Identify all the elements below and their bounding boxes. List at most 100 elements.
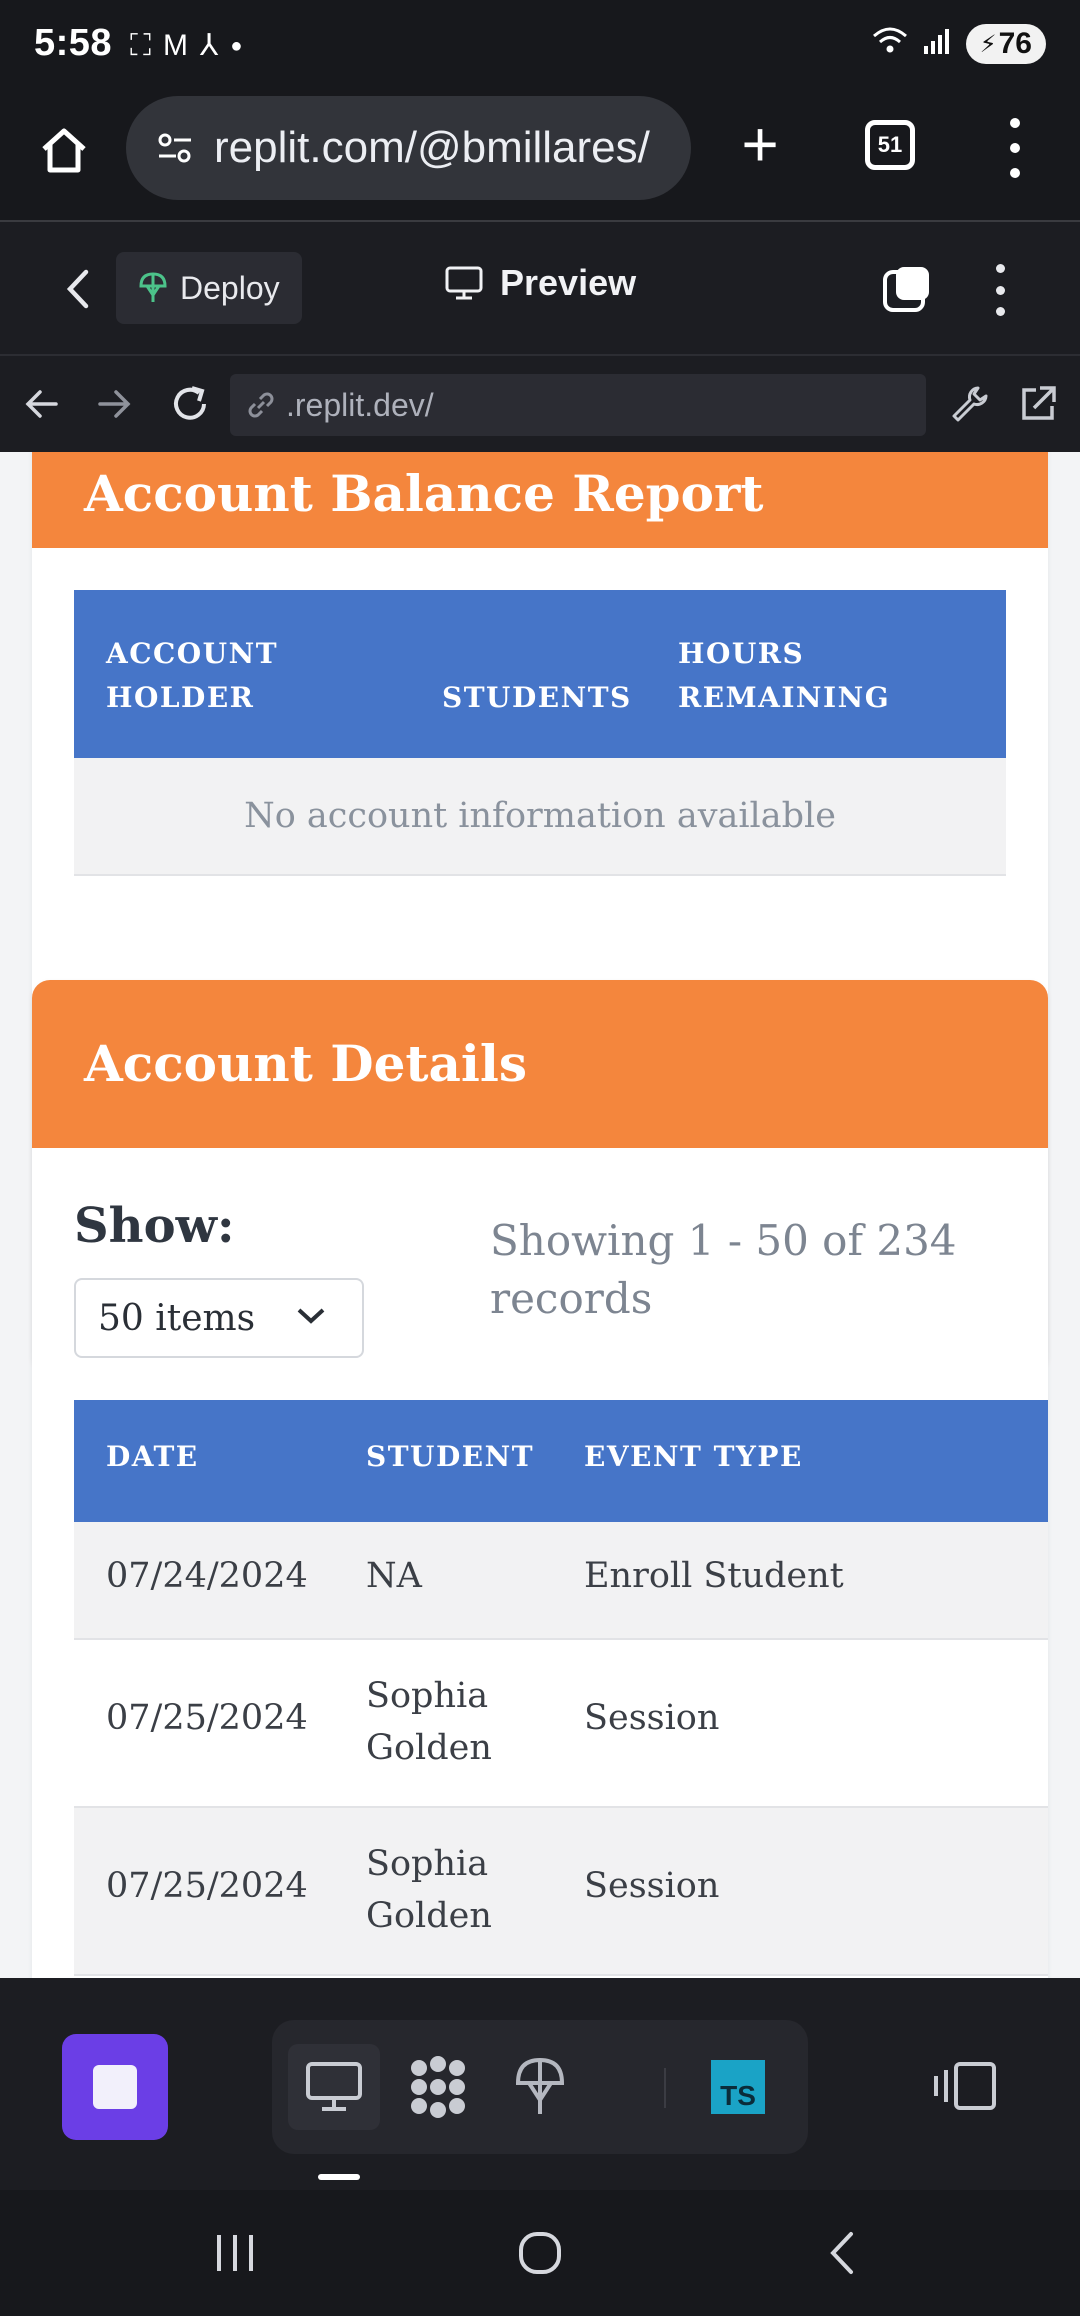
show-label: Show: (74, 1198, 235, 1254)
charging-icon: ⚡ (979, 30, 997, 58)
col-student: STUDENT (366, 1440, 535, 1473)
row-student: NA (366, 1556, 422, 1596)
details-table-header: DATE STUDENT EVENT TYPE (74, 1400, 1048, 1522)
row-event: Session (584, 1866, 720, 1906)
home-icon (42, 128, 86, 173)
stop-icon[interactable] (882, 264, 932, 314)
more-icon (1010, 118, 1020, 128)
row-student: Sophia Golden (366, 1844, 492, 1936)
notification-icons: ⛶ M ⅄ ● (130, 26, 242, 66)
more-vertical-icon (995, 264, 1005, 273)
preview-label: Preview (500, 262, 637, 303)
wrench-icon[interactable] (948, 382, 992, 426)
row-date: 07/25/2024 (106, 1698, 308, 1738)
page-size-select[interactable]: 50 items (74, 1278, 364, 1358)
recent-apps-button[interactable] (200, 2218, 270, 2288)
preview-tab[interactable]: Preview (444, 262, 636, 304)
dot-icon: ● (230, 35, 243, 57)
deploy-icon (139, 272, 167, 302)
webview-url-field[interactable]: .replit.dev/ (230, 374, 926, 436)
row-date: 07/24/2024 (106, 1556, 308, 1596)
site-settings-icon[interactable] (156, 129, 194, 167)
address-bar[interactable]: replit.com/@bmillares/ (126, 96, 691, 200)
monitor-icon (445, 266, 483, 300)
gmail-icon: M (163, 29, 188, 62)
webview-url: .replit.dev/ (286, 386, 434, 423)
recents-icon (217, 2235, 253, 2271)
acrobat-icon: ⅄ (200, 29, 219, 62)
open-external-icon[interactable] (1016, 382, 1060, 426)
deployments-tool[interactable] (494, 2044, 586, 2130)
browser-toolbar: replit.com/@bmillares/ + 51 (0, 96, 1080, 222)
balance-table: ACCOUNT HOLDER STUDENTS HOURS REMAINING … (74, 590, 1006, 876)
browser-menu-button[interactable] (1000, 118, 1030, 178)
col-hours-remaining: HOURS REMAINING (678, 637, 891, 714)
system-nav-bar (0, 2190, 1080, 2316)
system-icons: ⚡ 76 (872, 24, 1046, 64)
replit-dock: TS (0, 1978, 1080, 2190)
row-student: Sophia Golden (366, 1676, 492, 1768)
back-nav-button[interactable] (808, 2218, 878, 2288)
split-view-icon[interactable] (930, 2042, 1000, 2128)
deploy-icon (515, 2057, 565, 2114)
col-students: STUDENTS (442, 681, 632, 714)
home-circle-icon (519, 2232, 561, 2274)
page-size-value: 50 items (98, 1297, 256, 1339)
empty-message: No account information available (244, 796, 836, 836)
status-time: 5:58 (34, 22, 113, 64)
agent-tool[interactable] (392, 2044, 484, 2130)
deploy-label: Deploy (180, 269, 280, 306)
webview-tool[interactable] (288, 2044, 380, 2130)
tab-count: 51 (877, 132, 903, 157)
phone-screen: 5:58 ⛶ M ⅄ ● ⚡ 76 replit.com/@bmillares/… (0, 0, 1080, 2316)
account-details-card: Account Details Show: 50 items Showing 1… (32, 980, 1048, 1978)
details-table: DATE STUDENT EVENT TYPE 07/24/2024 NA En… (74, 1400, 1048, 1976)
home-button[interactable] (36, 122, 92, 178)
account-details-title: Account Details (32, 980, 1048, 1148)
home-nav-button[interactable] (505, 2218, 575, 2288)
balance-table-header: ACCOUNT HOLDER STUDENTS HOURS REMAINING (74, 590, 1006, 758)
stop-button[interactable] (62, 2034, 168, 2140)
stop-square-icon (93, 2065, 137, 2109)
wifi-icon (872, 26, 908, 63)
screenshot-icon: ⛶ (130, 29, 151, 62)
table-row: 07/25/2024 Sophia Golden Session (74, 1640, 1048, 1808)
agent-icon (411, 2056, 465, 2118)
back-icon (830, 2232, 853, 2274)
status-bar: 5:58 ⛶ M ⅄ ● ⚡ 76 (0, 0, 1080, 96)
battery-indicator: ⚡ 76 (965, 24, 1046, 64)
col-event-type: EVENT TYPE (584, 1440, 803, 1473)
row-event: Enroll Student (584, 1556, 844, 1596)
dock-separator (664, 2068, 666, 2108)
dock-tools: TS (272, 2020, 808, 2154)
battery-level: 76 (998, 27, 1032, 60)
replit-toolbar: Deploy Preview (0, 224, 1080, 356)
balance-empty-row: No account information available (74, 758, 1006, 876)
chevron-down-icon (297, 1308, 325, 1324)
new-tab-button[interactable]: + (730, 112, 790, 176)
web-content: Account Balance Report ACCOUNT HOLDER ST… (0, 452, 1080, 1978)
records-count: Showing 1 - 50 of 234 records (490, 1216, 957, 1323)
arrow-forward-icon[interactable] (92, 382, 136, 426)
arrow-back-icon[interactable] (20, 382, 64, 426)
col-date: DATE (106, 1440, 199, 1473)
row-event: Session (584, 1698, 720, 1738)
back-chevron-icon[interactable] (58, 266, 98, 312)
plus-icon: + (741, 108, 779, 180)
table-row: 07/25/2024 Sophia Golden Session (74, 1808, 1048, 1976)
refresh-icon[interactable] (168, 382, 212, 426)
deploy-button[interactable]: Deploy (116, 252, 302, 324)
tab-switcher-button[interactable]: 51 (865, 120, 915, 170)
typescript-icon: TS (711, 2060, 765, 2114)
row-date: 07/25/2024 (106, 1866, 308, 1906)
col-account-holder: ACCOUNT HOLDER (106, 637, 279, 714)
replit-menu-button[interactable] (990, 264, 1010, 316)
monitor-icon (306, 2062, 362, 2111)
active-tab-indicator (318, 2174, 360, 2180)
table-row: 07/24/2024 NA Enroll Student (74, 1522, 1048, 1640)
webview-nav: .replit.dev/ (0, 356, 1080, 452)
balance-report-title: Account Balance Report (32, 452, 1048, 548)
link-icon (248, 392, 274, 418)
signal-icon (922, 26, 952, 63)
typescript-file-tab[interactable]: TS (692, 2044, 784, 2130)
